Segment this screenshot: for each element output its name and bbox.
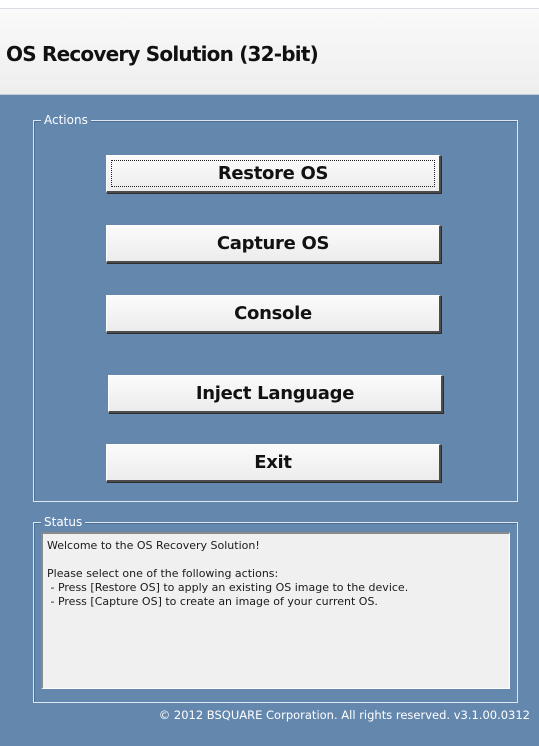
- actions-groupbox: Actions Restore OS Capture OS Console In…: [33, 112, 518, 502]
- status-line-restore: - Press [Restore OS] to apply an existin…: [47, 581, 409, 594]
- status-line-capture: - Press [Capture OS] to create an image …: [47, 595, 378, 608]
- status-line-prompt: Please select one of the following actio…: [47, 567, 279, 580]
- title-panel: OS Recovery Solution (32-bit): [0, 9, 539, 95]
- status-textbox[interactable]: Welcome to the OS Recovery Solution! Ple…: [41, 532, 510, 689]
- console-button[interactable]: Console: [106, 295, 441, 333]
- capture-os-button[interactable]: Capture OS: [106, 225, 441, 263]
- status-blank-line: [47, 553, 505, 567]
- exit-button[interactable]: Exit: [106, 444, 441, 482]
- inject-language-button[interactable]: Inject Language: [108, 375, 443, 413]
- copyright-footer: © 2012 BSQUARE Corporation. All rights r…: [158, 708, 530, 722]
- os-recovery-window: OS Recovery Solution (32-bit) Actions Re…: [0, 0, 539, 746]
- window-top-border: [0, 0, 539, 9]
- actions-legend: Actions: [41, 112, 91, 128]
- status-groupbox: Status Welcome to the OS Recovery Soluti…: [33, 514, 518, 703]
- status-welcome-line: Welcome to the OS Recovery Solution!: [47, 539, 260, 552]
- status-legend: Status: [41, 514, 86, 530]
- restore-os-button[interactable]: Restore OS: [106, 155, 441, 193]
- app-title: OS Recovery Solution (32-bit): [6, 42, 319, 66]
